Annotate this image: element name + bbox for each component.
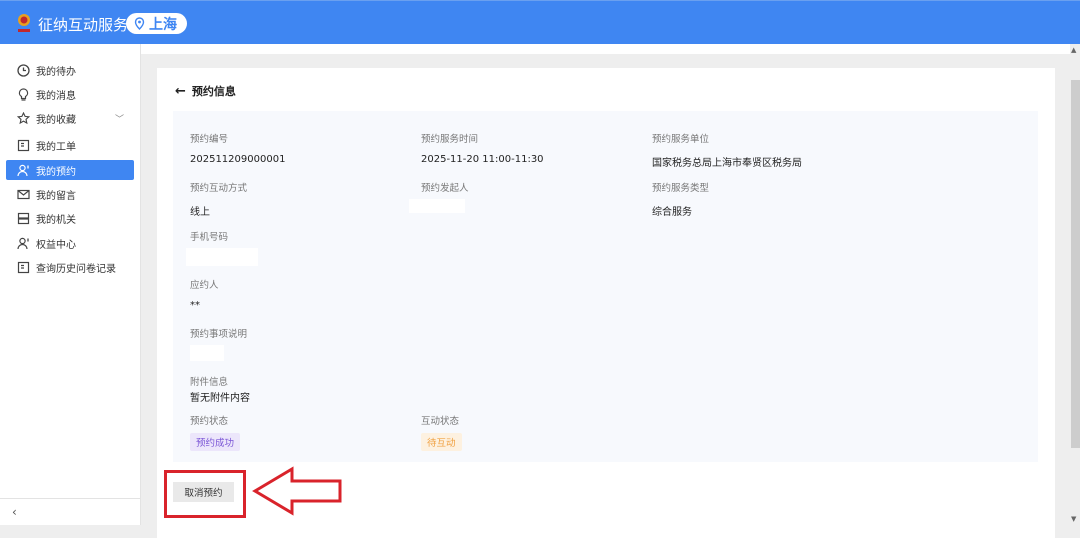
value: 2025-11-20 11:00-11:30 (421, 154, 544, 165)
star-icon (17, 111, 30, 124)
field-mode: 预约互动方式 线上 (190, 180, 247, 218)
interact-status-badge: 待互动 (421, 433, 462, 451)
value: 线上 (190, 207, 210, 218)
redacted-value (190, 345, 224, 361)
sidebar-item-6[interactable]: 我的机关 (6, 208, 134, 228)
sidebar-item-1[interactable]: 我的消息 (6, 84, 134, 104)
field-type: 预约服务类型 综合服务 (652, 180, 709, 218)
label: 互动状态 (421, 416, 460, 427)
sidebar-item-label: 我的机关 (36, 214, 76, 226)
clock-icon (17, 63, 30, 77)
value: 国家税务总局上海市奉贤区税务局 (652, 158, 802, 169)
label: 应约人 (190, 280, 219, 291)
label: 预约服务时间 (421, 134, 479, 145)
sidebar-item-2[interactable]: 我的收藏 ﹀ (6, 108, 134, 128)
scrollbar[interactable]: ▲ ▼ (1070, 44, 1080, 525)
app-title: 征纳互动服务 (38, 16, 129, 34)
app-header: 征纳互动服务 上海 (0, 0, 1080, 44)
redacted-value (409, 199, 465, 213)
status-badge: 预约成功 (190, 433, 241, 451)
sidebar-item-label: 我的收藏 (36, 114, 76, 126)
field-unit: 预约服务单位国家税务总局上海市奉贤区税务局 (652, 131, 802, 169)
collapse-sidebar-button[interactable]: ‹ (0, 498, 140, 525)
scroll-down-icon[interactable]: ▼ (1071, 515, 1076, 523)
redacted-value (186, 248, 258, 266)
mail-icon (17, 189, 30, 199)
sidebar-item-label: 权益中心 (36, 239, 76, 251)
value: 综合服务 (652, 207, 692, 218)
sidebar-item-4[interactable]: 我的预约 (6, 160, 134, 180)
scroll-up-icon[interactable]: ▲ (1071, 46, 1076, 54)
city-label: 上海 (149, 16, 177, 33)
page-title: 预约信息 (191, 85, 236, 98)
field-initiator: 预约发起人 (409, 180, 469, 213)
info-panel: 预约编号 202511209000001 预约服务时间 2025-11-20 11:… (173, 111, 1038, 462)
sidebar-item-label: 我的预约 (36, 166, 76, 178)
server-icon (17, 212, 30, 224)
annotation-arrow-icon (252, 466, 342, 516)
user-icon (17, 237, 29, 249)
label: 附件信息 (190, 377, 229, 388)
field-status: 预约状态 预约成功 (190, 413, 241, 451)
top-band (141, 44, 1070, 54)
sidebar-item-label: 我的工单 (36, 141, 76, 153)
sidebar-item-0[interactable]: 我的待办 (6, 60, 134, 80)
scrollbar-thumb[interactable] (1071, 80, 1080, 448)
sidebar-item-label: 我的留言 (36, 190, 76, 202)
label: 预约发起人 (421, 183, 469, 194)
field-description: 预约事项说明 (190, 326, 247, 361)
doc-icon (17, 261, 30, 273)
label: 预约事项说明 (190, 329, 248, 340)
field-id: 预约编号 202511209000001 (190, 131, 285, 165)
bulb-icon (18, 87, 29, 101)
chevron-down-icon[interactable]: ﹀ (115, 112, 124, 125)
value: 202511209000001 (190, 154, 286, 165)
label: 预约服务单位 (652, 134, 710, 145)
user-icon (17, 164, 29, 176)
doc-icon (17, 139, 30, 151)
sidebar-item-8[interactable]: 查询历史问卷记录 (6, 257, 134, 277)
field-time: 预约服务时间 2025-11-20 11:00-11:30 (421, 131, 544, 165)
label: 手机号码 (190, 232, 229, 243)
sidebar-item-7[interactable]: 权益中心 (6, 233, 134, 253)
city-selector[interactable]: 上海 (126, 13, 187, 34)
sidebar-item-label: 我的待办 (36, 66, 76, 78)
tax-emblem-logo (18, 14, 30, 32)
sidebar: ‹ 我的待办我的消息我的收藏 ﹀ 我的工单我的预约我的留言我的机关权益中心查询历史问… (0, 44, 141, 525)
sidebar-item-5[interactable]: 我的留言 (6, 184, 134, 204)
label: 预约编号 (190, 134, 229, 145)
field-attachment: 附件信息暂无附件内容 (190, 374, 250, 404)
label: 预约状态 (190, 416, 229, 427)
value: 暂无附件内容 (190, 393, 250, 404)
sidebar-item-label: 查询历史问卷记录 (36, 263, 116, 275)
value: ** (190, 300, 200, 311)
sidebar-item-label: 我的消息 (36, 90, 76, 102)
field-interact-status: 互动状态 待互动 (421, 413, 462, 451)
field-respondent: 应约人 ** (190, 277, 219, 311)
label: 预约互动方式 (190, 183, 248, 194)
sidebar-item-3[interactable]: 我的工单 (6, 135, 134, 155)
back-button[interactable]: ← 预约信息 (175, 83, 236, 99)
field-phone: 手机号码 (186, 229, 258, 266)
highlight-box (164, 470, 246, 518)
label: 预约服务类型 (652, 183, 710, 194)
location-pin-icon (134, 17, 145, 30)
arrow-left-icon: ← (175, 83, 186, 99)
